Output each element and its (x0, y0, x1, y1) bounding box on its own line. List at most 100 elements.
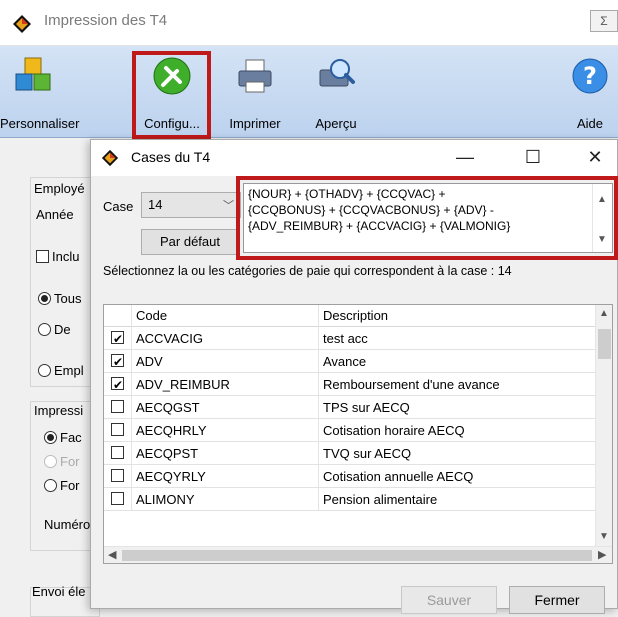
row-description: test acc (319, 327, 596, 350)
scroll-down-icon[interactable]: ▼ (597, 232, 607, 248)
formula-scrollbar[interactable]: ▲ ▼ (592, 184, 612, 252)
row-code: ADV (132, 350, 319, 373)
table-vertical-scrollbar[interactable]: ▲ ▼ (595, 305, 612, 547)
table-row[interactable]: ADV_REIMBUR Remboursement d'une avance (104, 373, 596, 396)
table-row[interactable]: ADV Avance (104, 350, 596, 373)
table-row[interactable]: ALIMONY Pension alimentaire (104, 488, 596, 511)
row-checkbox[interactable] (111, 446, 124, 459)
scroll-left-icon[interactable]: ◀ (108, 548, 116, 561)
row-code: AECQGST (132, 396, 319, 419)
inclure-label: Inclu (52, 249, 80, 264)
scroll-up-icon[interactable]: ▲ (597, 192, 607, 208)
employes-group-label: Employé (34, 181, 85, 196)
default-button[interactable]: Par défaut (141, 229, 239, 255)
table-rows: ACCVACIG test acc ADV Avance ADV_REIMBUR… (104, 327, 596, 511)
print-button[interactable]: Imprimer (222, 46, 288, 138)
header-code[interactable]: Code (132, 305, 319, 327)
row-description: Avance (319, 350, 596, 373)
svg-text:?: ? (583, 62, 597, 90)
pay-category-table: Code Description ACCVACIG test acc ADV A… (103, 304, 613, 564)
close-window-button[interactable]: ✕ (575, 144, 615, 170)
de-label: De (54, 322, 71, 337)
scroll-down-icon[interactable]: ▼ (599, 531, 609, 542)
dialog-title: Cases du T4 (131, 149, 211, 165)
table-header: Code Description (104, 305, 596, 327)
formula-line: {NOUR} + {OTHADV} + {CCQVAC} + (248, 187, 446, 201)
printer-icon (238, 59, 272, 93)
numero-label: Numéro (44, 517, 91, 532)
app-diamond-icon (12, 14, 32, 37)
table-row[interactable]: AECQYRLY Cotisation annuelle AECQ (104, 465, 596, 488)
save-button[interactable]: Sauver (401, 586, 497, 614)
configure-button[interactable]: Configu... (136, 46, 208, 138)
row-checkbox[interactable] (111, 351, 124, 373)
fac-label: Fac (60, 430, 82, 445)
empl-label: Empl (54, 363, 84, 378)
print-preview-icon (319, 59, 355, 87)
tous-label: Tous (54, 291, 82, 306)
cases-dialog: Cases du T4 — ☐ ✕ Case 14 ﹀ Par défaut {… (90, 139, 618, 614)
formula-textbox[interactable]: {NOUR} + {OTHADV} + {CCQVAC} + {CCQBONUS… (243, 183, 613, 253)
for1-label: For (60, 454, 80, 469)
row-checkbox[interactable] (111, 469, 124, 482)
row-checkbox[interactable] (111, 400, 124, 413)
outer-close-button[interactable]: Σ (590, 10, 618, 32)
configure-tools-icon (153, 57, 191, 95)
row-description: TPS sur AECQ (319, 396, 596, 419)
maximize-button[interactable]: ☐ (513, 144, 553, 170)
empl-radio[interactable]: Empl (38, 363, 84, 378)
row-checkbox[interactable] (111, 374, 124, 396)
chevron-down-icon: ﹀ (223, 200, 234, 212)
row-code: ADV_REIMBUR (132, 373, 319, 396)
scroll-right-icon[interactable]: ▶ (598, 548, 606, 561)
de-radio[interactable]: De (38, 322, 71, 337)
case-select[interactable]: 14 ﹀ (141, 192, 241, 218)
row-code: ACCVACIG (132, 327, 319, 350)
customize-cubes-icon (15, 57, 51, 91)
table-row[interactable]: AECQGST TPS sur AECQ (104, 396, 596, 419)
help-icon: ? (572, 58, 608, 94)
help-label: Aide (576, 116, 604, 131)
customize-button[interactable]: Personnaliser (0, 46, 80, 138)
formula-line: {CCQBONUS} + {CCQVACBONUS} + {ADV} - (248, 203, 494, 217)
for2-label: For (60, 478, 80, 493)
dialog-title-bar: Cases du T4 — ☐ ✕ (91, 140, 617, 176)
row-checkbox[interactable] (111, 328, 124, 350)
fac-radio[interactable]: Fac (44, 430, 82, 445)
formula-line: {ADV_REIMBUR} + {ACCVACIG} + {VALMONIG} (248, 219, 511, 233)
vertical-scroll-thumb[interactable] (598, 329, 611, 359)
close-button[interactable]: Fermer (509, 586, 605, 614)
outer-window-title: Impression des T4 (44, 12, 168, 29)
scroll-up-icon[interactable]: ▲ (599, 308, 609, 319)
preview-button[interactable]: Aperçu (306, 46, 366, 138)
annee-label: Année (36, 207, 74, 222)
minimize-button[interactable]: — (445, 144, 485, 170)
for2-radio[interactable]: For (44, 478, 80, 493)
case-label: Case (103, 199, 134, 214)
horizontal-scroll-thumb[interactable] (122, 550, 592, 561)
table-row[interactable]: AECQHRLY Cotisation horaire AECQ (104, 419, 596, 442)
row-code: ALIMONY (132, 488, 319, 511)
tous-radio[interactable]: Tous (38, 291, 81, 306)
help-button[interactable]: ? Aide (568, 46, 612, 138)
row-code: AECQHRLY (132, 419, 319, 442)
row-description: Cotisation annuelle AECQ (319, 465, 596, 488)
dialog-diamond-icon (101, 149, 119, 170)
table-row[interactable]: AECQPST TVQ sur AECQ (104, 442, 596, 465)
case-value: 14 (148, 197, 163, 212)
instructions-text: Sélectionnez la ou les catégories de pai… (103, 264, 512, 278)
outer-title-bar: Impression des T4 Σ (0, 0, 618, 46)
for1-radio[interactable]: For (44, 454, 80, 469)
row-code: AECQPST (132, 442, 319, 465)
header-description[interactable]: Description (319, 305, 596, 327)
impression-group-label: Impressi (34, 403, 84, 418)
inclure-checkbox[interactable]: Inclu (36, 249, 79, 264)
envoi-label: Envoi éle (32, 584, 86, 599)
row-checkbox[interactable] (111, 492, 124, 505)
configure-label: Configu... (144, 116, 200, 131)
customize-label: Personnaliser (0, 116, 80, 131)
row-checkbox[interactable] (111, 423, 124, 436)
table-horizontal-scrollbar[interactable]: ◀ ▶ (104, 546, 612, 563)
row-code: AECQYRLY (132, 465, 319, 488)
table-row[interactable]: ACCVACIG test acc (104, 327, 596, 350)
